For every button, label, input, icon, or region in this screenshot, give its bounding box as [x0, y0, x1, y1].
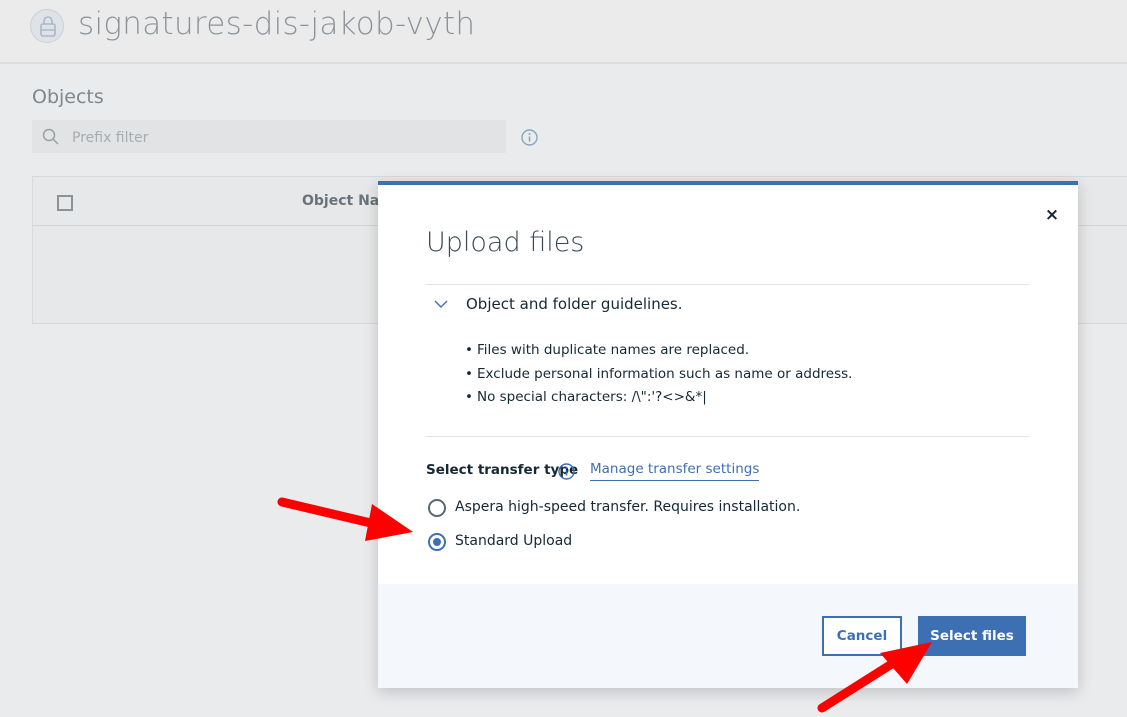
transfer-type-label: Select transfer type	[426, 462, 579, 478]
list-item: No special characters: /\":'?<>&*|	[465, 386, 852, 410]
info-icon[interactable]	[558, 463, 575, 480]
bucket-icon	[30, 9, 64, 43]
radio-button-checked[interactable]	[428, 533, 446, 551]
prefix-filter[interactable]	[32, 120, 506, 155]
manage-transfer-settings-link[interactable]: Manage transfer settings	[590, 461, 760, 481]
objects-heading: Objects	[32, 86, 104, 108]
guidelines-list: Files with duplicate names are replaced.…	[465, 339, 852, 410]
cancel-button[interactable]: Cancel	[822, 616, 902, 656]
bucket-header: signatures-dis-jakob-vyth	[0, 0, 1127, 64]
select-all-checkbox[interactable]	[57, 195, 73, 211]
radio-label: Standard Upload	[455, 533, 573, 549]
search-icon	[42, 128, 59, 145]
modal-footer: Cancel Select files	[378, 584, 1078, 688]
close-icon[interactable]: ×	[1042, 205, 1062, 225]
radio-label: Aspera high-speed transfer. Requires ins…	[455, 499, 801, 515]
upload-files-modal: × Upload files Object and folder guideli…	[378, 181, 1078, 688]
modal-title: Upload files	[426, 227, 585, 258]
guidelines-accordion: Object and folder guidelines. Files with…	[426, 284, 1029, 437]
bucket-title: signatures-dis-jakob-vyth	[78, 6, 476, 42]
list-item: Files with duplicate names are replaced.	[465, 339, 852, 363]
chevron-down-icon	[434, 300, 448, 308]
accordion-title: Object and folder guidelines.	[466, 295, 683, 313]
radio-button[interactable]	[428, 499, 446, 517]
prefix-filter-input[interactable]	[70, 120, 494, 155]
select-files-button[interactable]: Select files	[918, 616, 1026, 656]
info-icon[interactable]	[521, 129, 538, 146]
list-item: Exclude personal information such as nam…	[465, 363, 852, 387]
guidelines-accordion-toggle[interactable]: Object and folder guidelines.	[426, 285, 1029, 325]
